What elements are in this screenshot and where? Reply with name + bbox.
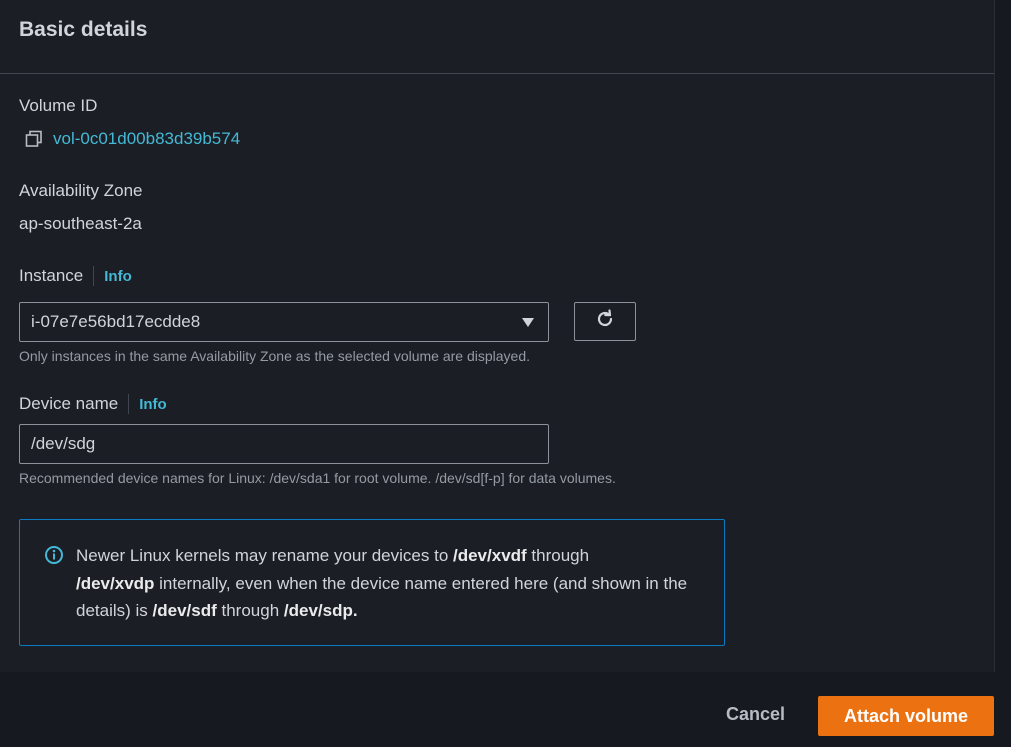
- refresh-instances-button[interactable]: [574, 302, 636, 341]
- device-name-hint: Recommended device names for Linux: /dev…: [19, 470, 616, 486]
- device-name-info-link[interactable]: Info: [139, 396, 167, 413]
- volume-id-link[interactable]: vol-0c01d00b83d39b574: [53, 129, 240, 149]
- alert-bold-segment: /dev/xvdf: [453, 546, 527, 565]
- alert-text-segment: through: [526, 546, 590, 565]
- label-divider: [93, 266, 95, 286]
- copy-icon[interactable]: [25, 130, 43, 148]
- instance-label: Instance: [19, 266, 84, 285]
- panel-header: Basic details: [0, 0, 994, 74]
- availability-zone-value: ap-southeast-2a: [19, 214, 142, 233]
- device-name-label-row: Device name Info: [19, 394, 167, 414]
- attach-volume-button[interactable]: Attach volume: [818, 696, 994, 736]
- alert-message: Newer Linux kernels may rename your devi…: [76, 542, 701, 645]
- refresh-icon: [594, 308, 616, 335]
- alert-text-segment: Newer Linux kernels may rename your devi…: [76, 546, 453, 565]
- volume-id-row: vol-0c01d00b83d39b574: [25, 129, 240, 149]
- caret-down-icon: [522, 317, 534, 327]
- basic-details-panel: Basic details Volume ID vol-0c01d00b83d3…: [0, 0, 995, 672]
- alert-bold-segment: /dev/sdp.: [283, 601, 358, 620]
- device-name-input[interactable]: [19, 424, 549, 464]
- cancel-button[interactable]: Cancel: [726, 704, 785, 725]
- device-name-label: Device name: [19, 394, 119, 413]
- alert-text-segment: through: [216, 601, 284, 620]
- instance-info-link[interactable]: Info: [104, 268, 132, 285]
- label-divider: [128, 394, 130, 414]
- instance-hint: Only instances in the same Availability …: [19, 348, 531, 364]
- instance-label-row: Instance Info: [19, 266, 132, 286]
- info-circle-icon: [44, 545, 64, 565]
- availability-zone-label: Availability Zone: [19, 181, 143, 200]
- info-alert: Newer Linux kernels may rename your devi…: [19, 519, 725, 646]
- page-title: Basic details: [19, 18, 148, 41]
- instance-selected-value: i-07e7e56bd17ecdde8: [31, 312, 201, 331]
- alert-bold-segment: /dev/sdf: [152, 601, 217, 620]
- instance-select[interactable]: i-07e7e56bd17ecdde8: [19, 302, 549, 342]
- volume-id-label: Volume ID: [19, 96, 98, 115]
- alert-bold-segment: /dev/xvdp: [76, 573, 155, 593]
